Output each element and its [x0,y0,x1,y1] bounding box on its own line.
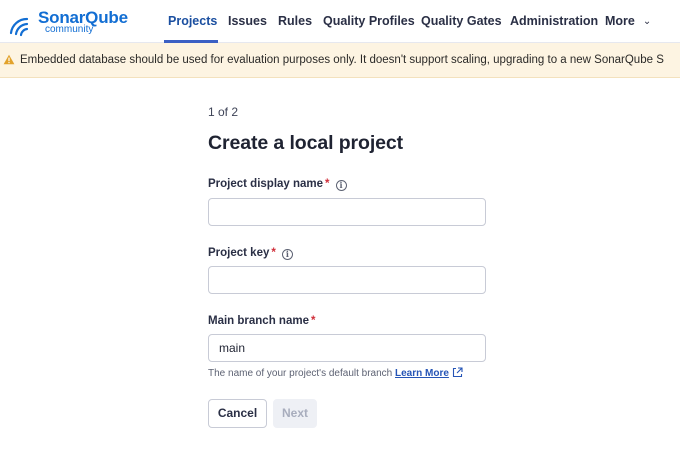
warning-banner: Embedded database should be used for eva… [0,43,680,78]
external-link-icon [452,367,463,378]
required-marker: * [271,247,276,259]
nav-rules[interactable]: Rules [278,14,312,28]
sonarqube-logo[interactable]: SonarQube community [8,7,138,37]
banner-message: Embedded database should be used for eva… [20,54,664,66]
warning-icon [3,54,15,65]
help-text: The name of your project's default branc… [208,368,393,379]
nav-quality-profiles[interactable]: Quality Profiles [323,14,415,28]
top-navigation-bar: SonarQube community Projects Issues Rule… [0,0,680,43]
project-key-label-text: Project key [208,247,270,259]
project-key-label: Project key * i [208,247,293,260]
main-branch-name-input[interactable] [208,334,486,362]
next-button[interactable]: Next [273,399,317,428]
chevron-down-icon: ⌄ [642,16,652,27]
page-title: Create a local project [208,132,404,154]
display-name-label-text: Project display name [208,178,324,190]
project-display-name-input[interactable] [208,198,486,226]
branch-help-text: The name of your project's default branc… [208,367,463,379]
nav-more[interactable]: More ⌄ [605,14,651,28]
project-key-input[interactable] [208,266,486,294]
cancel-button[interactable]: Cancel [208,399,267,428]
sonar-waves-icon [9,17,29,37]
display-name-label: Project display name * i [208,178,347,191]
main-branch-label: Main branch name * [208,315,315,327]
info-icon[interactable]: i [281,249,293,260]
nav-quality-gates[interactable]: Quality Gates [421,14,502,28]
learn-more-link[interactable]: Learn More [395,367,463,379]
learn-more-label: Learn More [395,368,449,379]
nav-administration[interactable]: Administration [510,14,598,28]
step-indicator: 1 of 2 [208,105,239,119]
nav-issues[interactable]: Issues [228,14,267,28]
main-branch-label-text: Main branch name [208,315,309,327]
nav-projects[interactable]: Projects [168,14,217,28]
brand-edition: community [45,24,94,35]
required-marker: * [325,178,330,190]
required-marker: * [310,315,316,327]
nav-more-label: More [605,14,635,28]
info-icon[interactable]: i [335,180,347,191]
